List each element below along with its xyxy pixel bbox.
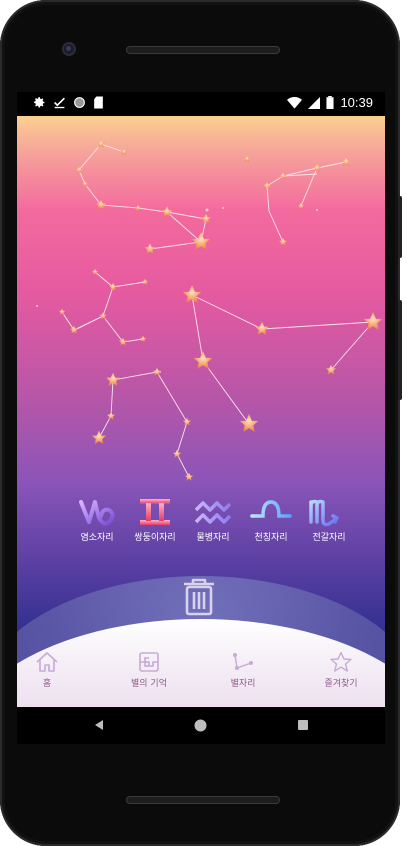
top-speaker [126, 46, 280, 54]
volume-button [398, 300, 402, 400]
phone-frame: 10:39 염소자리 쌍둥이자리 물병자리 천칭자리 전갈자리 홈 별의 기억 … [0, 0, 402, 846]
constellation-icon [233, 653, 253, 670]
constellation-4 [191, 294, 374, 425]
system-navigation-bar [17, 707, 385, 744]
power-button [398, 196, 402, 258]
memory-icon [139, 652, 159, 672]
zodiac-label: 염소자리 [80, 533, 114, 543]
nav-constellation[interactable]: 별자리 [203, 651, 283, 689]
nav-star-memory[interactable]: 별의 기억 [109, 651, 189, 689]
nav-favorites[interactable]: 즐겨찾기 [301, 651, 381, 689]
sd-card-icon [94, 96, 103, 109]
nav-label: 홈 [42, 679, 52, 689]
zodiac-row: 염소자리 쌍둥이자리 물병자리 천칭자리 전갈자리 [67, 496, 357, 556]
wifi-icon [287, 96, 303, 109]
constellation-2 [266, 161, 347, 243]
constellation-1 [78, 143, 207, 250]
check-icon [54, 97, 65, 109]
zodiac-label: 천칭자리 [254, 533, 288, 543]
gear-icon [34, 97, 45, 108]
twinkle-stars [36, 207, 318, 307]
bottom-navigation: 홈 별의 기억 별자리 즐겨찾기 [17, 651, 385, 707]
circle-icon [74, 97, 85, 108]
nav-label: 별자리 [230, 679, 256, 689]
nav-label: 별의 기억 [131, 679, 167, 689]
battery-icon [326, 96, 334, 109]
screen: 10:39 염소자리 쌍둥이자리 물병자리 천칭자리 전갈자리 홈 별의 기억 … [17, 92, 385, 744]
constellation-5 [98, 371, 190, 478]
trash-icon[interactable] [181, 578, 217, 616]
zodiac-libra[interactable]: 천칭자리 [241, 496, 301, 543]
status-bar: 10:39 [17, 92, 385, 116]
nav-home[interactable]: 홈 [17, 651, 87, 689]
status-time: 10:39 [340, 95, 373, 110]
zodiac-label: 물병자리 [196, 533, 230, 543]
front-camera [62, 42, 76, 56]
zodiac-gemini[interactable]: 쌍둥이자리 [125, 496, 185, 543]
zodiac-label: 쌍둥이자리 [134, 533, 176, 543]
gemini-icon [140, 499, 170, 525]
zodiac-label: 전갈자리 [312, 533, 346, 543]
signal-icon [308, 96, 321, 109]
back-icon[interactable] [93, 719, 105, 731]
libra-icon [250, 500, 292, 525]
home-icon [36, 652, 58, 672]
zodiac-aquarius[interactable]: 물병자리 [183, 496, 243, 543]
bottom-speaker [126, 796, 280, 804]
app-content: 염소자리 쌍둥이자리 물병자리 천칭자리 전갈자리 홈 별의 기억 별자리 즐겨… [17, 116, 385, 707]
nav-label: 즐겨찾기 [324, 679, 358, 689]
recent-apps-icon[interactable] [297, 719, 309, 731]
home-button-icon[interactable] [194, 719, 207, 732]
aquarius-icon [194, 501, 232, 524]
scorpio-icon [309, 499, 339, 527]
capricorn-icon [79, 500, 115, 526]
star-outline-icon [330, 651, 352, 672]
zodiac-scorpio[interactable]: 전갈자리 [299, 496, 359, 543]
zodiac-capricorn[interactable]: 염소자리 [67, 496, 127, 543]
